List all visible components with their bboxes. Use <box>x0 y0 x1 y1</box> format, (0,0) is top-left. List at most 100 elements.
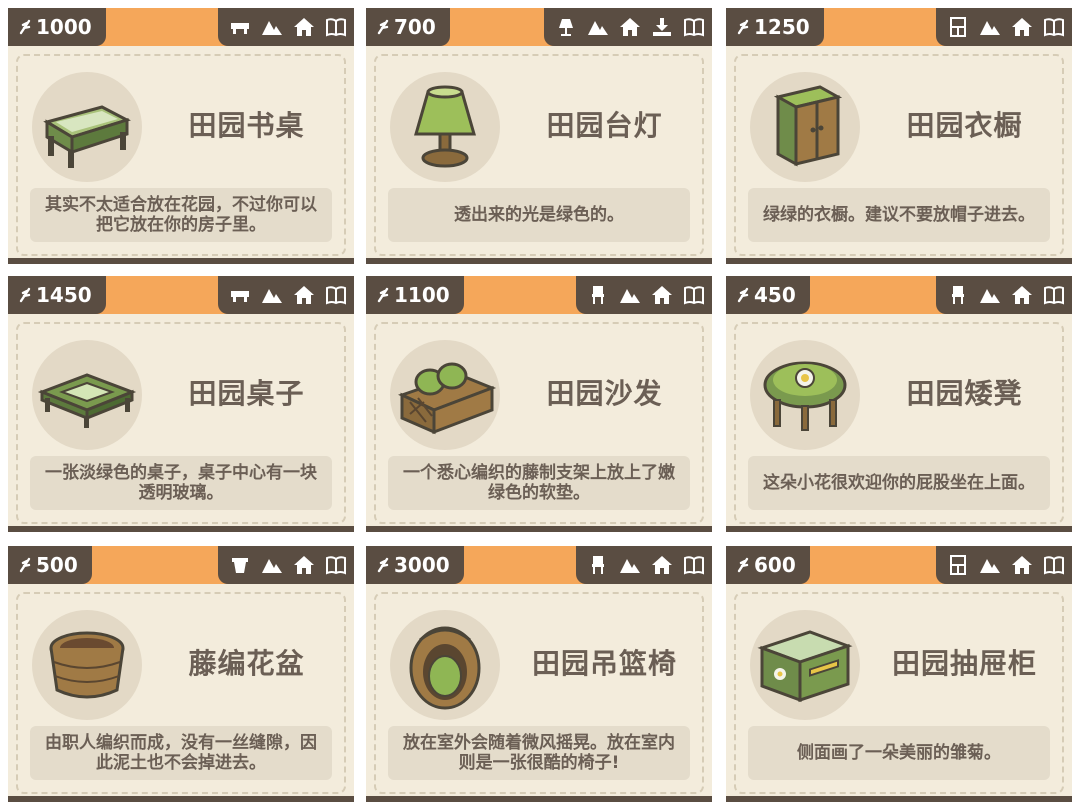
drawer-cabinet-icon <box>757 630 853 703</box>
table-icon <box>37 373 137 428</box>
home-icon <box>618 15 642 39</box>
chair-icon <box>946 283 970 307</box>
home-icon <box>1010 15 1034 39</box>
item-card[interactable]: 1250 田园衣橱 绿绿的衣橱。建议不要放帽子进去。 <box>726 8 1072 264</box>
card-bottom-border <box>8 796 354 802</box>
price-value: 1100 <box>394 283 450 307</box>
book-icon <box>324 283 348 307</box>
mountain-icon <box>586 15 610 39</box>
item-description: 一个悉心编织的藤制支架上放上了嫩绿色的软垫。 <box>388 456 690 510</box>
clover-icon <box>377 19 389 35</box>
clover-icon <box>737 287 749 303</box>
price-value: 450 <box>754 283 796 307</box>
hanging-chair-icon <box>409 626 481 710</box>
mountain-icon <box>978 15 1002 39</box>
item-image <box>390 340 500 450</box>
card-bottom-border <box>366 258 712 264</box>
item-name: 田园台灯 <box>546 109 663 142</box>
item-description: 透出来的光是绿色的。 <box>388 188 690 242</box>
mountain-icon <box>978 283 1002 307</box>
clover-icon <box>737 19 749 35</box>
card-body: 田园书桌 其实不太适合放在花园，不过你可以把它放在你的房子里。 <box>16 54 346 256</box>
home-icon <box>1010 283 1034 307</box>
item-image <box>390 72 500 182</box>
item-image <box>32 610 142 720</box>
price-tag: 3000 <box>366 546 464 584</box>
price-value: 1450 <box>36 283 92 307</box>
book-icon <box>324 553 348 577</box>
wardrobe-icon <box>773 85 843 167</box>
clover-icon <box>19 557 31 573</box>
item-card[interactable]: 700 田园台灯 透出来的光是绿色的。 <box>366 8 712 264</box>
mountain-icon <box>260 553 284 577</box>
price-tag: 600 <box>726 546 810 584</box>
book-icon <box>1042 15 1066 39</box>
clover-icon <box>377 287 389 303</box>
card-bottom-border <box>726 526 1072 532</box>
tag-icons <box>218 276 354 314</box>
item-description: 其实不太适合放在花园，不过你可以把它放在你的房子里。 <box>30 188 332 242</box>
item-name: 田园沙发 <box>546 377 663 410</box>
item-image <box>390 610 500 720</box>
home-icon <box>292 553 316 577</box>
card-body: 田园沙发 一个悉心编织的藤制支架上放上了嫩绿色的软垫。 <box>374 322 704 524</box>
book-icon <box>682 553 706 577</box>
sofa-icon <box>398 362 497 435</box>
card-bottom-border <box>366 796 712 802</box>
item-name: 田园衣橱 <box>906 109 1023 142</box>
card-bottom-border <box>8 526 354 532</box>
home-icon <box>650 553 674 577</box>
item-card[interactable]: 3000 田园吊篮椅 放在室外会随着微风摇晃。放在室内则是一张很酷的椅子! <box>366 546 712 802</box>
tag-icons <box>936 276 1072 314</box>
tag-icons <box>936 546 1072 584</box>
price-value: 3000 <box>394 553 450 577</box>
clover-icon <box>377 557 389 573</box>
price-tag: 1450 <box>8 276 106 314</box>
desk-icon <box>43 105 131 168</box>
item-card[interactable]: 1450 田园桌子 一张淡绿色的桌子，桌子中心有一块透明玻璃。 <box>8 276 354 532</box>
price-tag: 1250 <box>726 8 824 46</box>
card-bottom-border <box>726 796 1072 802</box>
home-icon <box>650 283 674 307</box>
book-icon <box>682 283 706 307</box>
book-icon <box>682 15 706 39</box>
mountain-icon <box>618 553 642 577</box>
item-description: 这朵小花很欢迎你的屁股坐在上面。 <box>748 456 1050 510</box>
item-card[interactable]: 600 田园抽屉柜 侧面画了一朵美丽的雏菊。 <box>726 546 1072 802</box>
item-image <box>32 72 142 182</box>
table-icon <box>228 15 252 39</box>
card-bottom-border <box>8 258 354 264</box>
tag-icons <box>218 546 354 584</box>
home-icon <box>1010 553 1034 577</box>
clover-icon <box>737 557 749 573</box>
card-body: 藤编花盆 由职人编织而成，没有一丝缝隙，因此泥土也不会掉进去。 <box>16 592 346 794</box>
item-card[interactable]: 500 藤编花盆 由职人编织而成，没有一丝缝隙，因此泥土也不会掉进去。 <box>8 546 354 802</box>
price-value: 700 <box>394 15 436 39</box>
item-card[interactable]: 1100 田园沙发 一个悉心编织的藤制支架上放上了嫩绿色的软垫。 <box>366 276 712 532</box>
flowerpot-icon <box>49 631 125 699</box>
item-card[interactable]: 1000 田园书桌 其实不太适合放在花园，不过你可以把它放在你的房子里。 <box>8 8 354 264</box>
price-value: 600 <box>754 553 796 577</box>
item-card[interactable]: 450 田园矮凳 这朵小花很欢迎你的屁股坐在上面。 <box>726 276 1072 532</box>
mountain-icon <box>618 283 642 307</box>
item-description: 放在室外会随着微风摇晃。放在室内则是一张很酷的椅子! <box>388 726 690 780</box>
item-image <box>750 340 860 450</box>
table-icon <box>228 283 252 307</box>
pot-icon <box>228 553 252 577</box>
price-tag: 500 <box>8 546 92 584</box>
clover-icon <box>19 19 31 35</box>
item-description: 绿绿的衣橱。建议不要放帽子进去。 <box>748 188 1050 242</box>
item-name: 田园桌子 <box>188 377 305 410</box>
item-name: 田园吊篮椅 <box>531 647 677 680</box>
item-name: 田园矮凳 <box>906 377 1023 410</box>
book-icon <box>324 15 348 39</box>
tag-icons <box>576 546 712 584</box>
price-value: 500 <box>36 553 78 577</box>
item-image <box>750 72 860 182</box>
card-bottom-border <box>366 526 712 532</box>
stool-icon <box>763 361 847 431</box>
item-image <box>750 610 860 720</box>
item-name: 藤编花盆 <box>188 647 305 680</box>
home-icon <box>292 15 316 39</box>
home-icon <box>292 283 316 307</box>
